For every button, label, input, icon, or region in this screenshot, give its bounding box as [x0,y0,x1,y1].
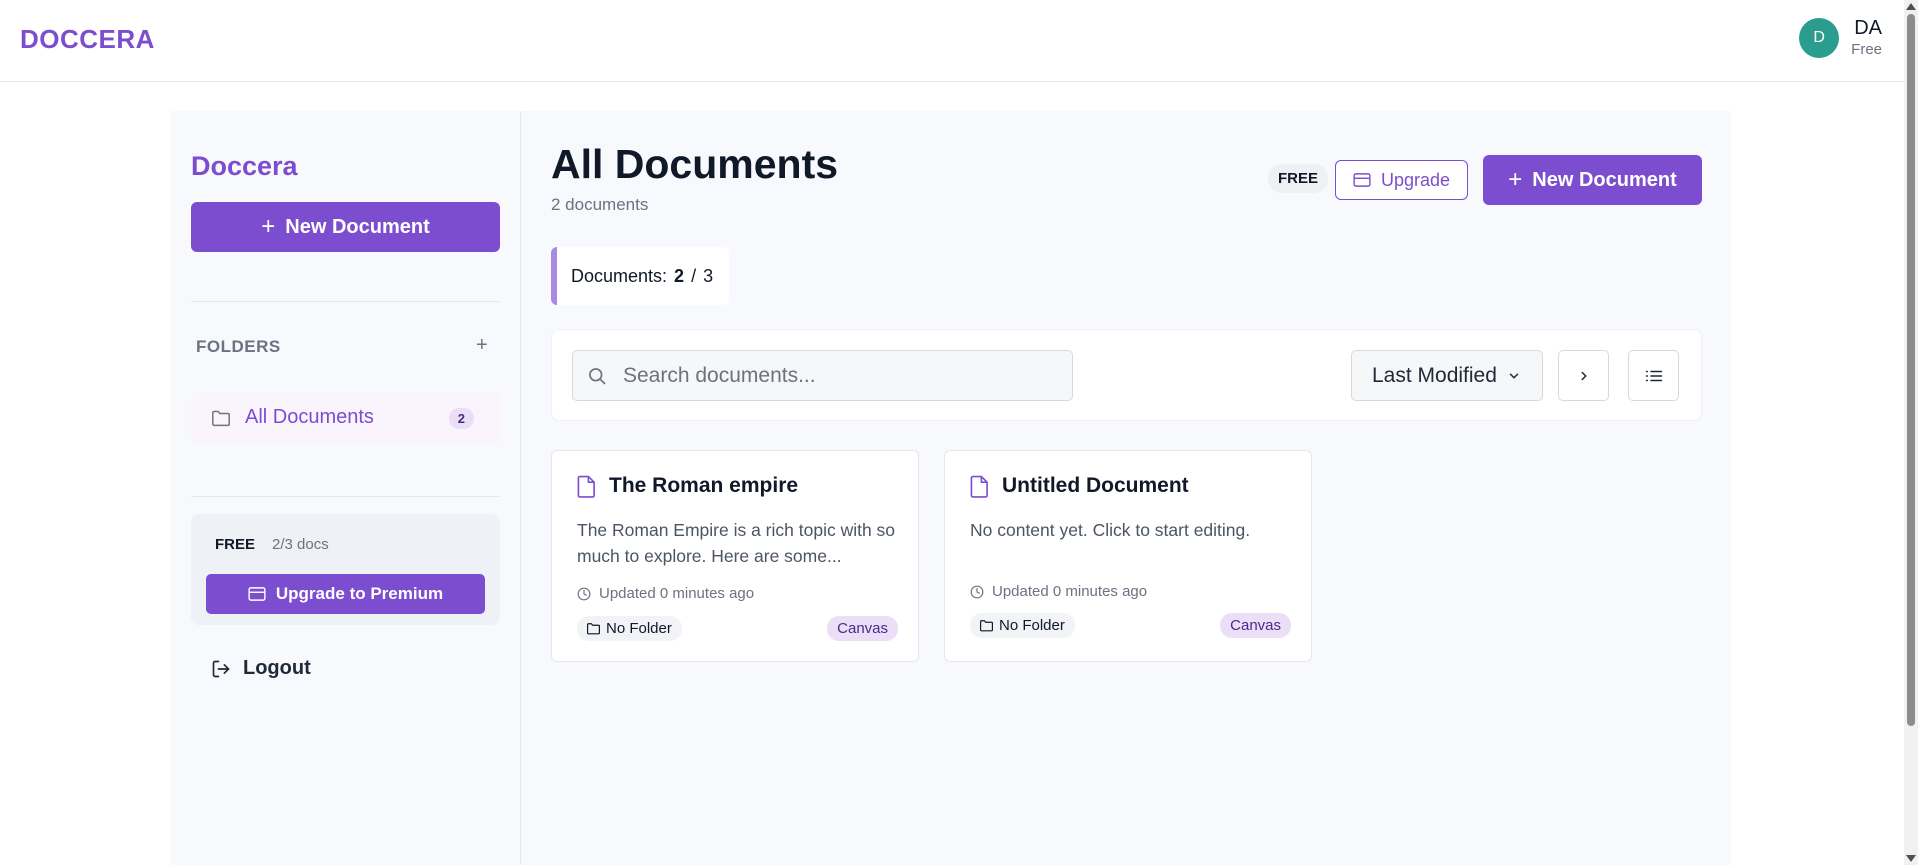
document-card[interactable]: Untitled Document No content yet. Click … [944,450,1312,662]
plan-badge: FREE [1268,164,1329,193]
document-count: 2 documents [551,195,649,214]
add-folder-button[interactable]: + [476,334,488,357]
brand-logo[interactable]: DOCCERA [20,24,155,55]
document-title[interactable]: Untitled Document [1002,474,1189,498]
chevron-down-icon [1509,372,1519,379]
document-preview: The Roman Empire is a rich topic with so… [577,520,896,566]
document-updated: Updated 0 minutes ago [577,585,754,602]
folder-icon [979,620,993,632]
user-initials: DA [1854,17,1882,39]
search-box[interactable] [572,350,1073,401]
sort-direction-button[interactable] [1558,350,1609,401]
document-preview: No content yet. Click to start editing. [970,520,1251,540]
user-menu[interactable]: D DA Free [1799,16,1882,60]
app-container: Doccera + New Document FOLDERS + All Doc… [171,111,1731,865]
chevron-right-icon [1580,371,1587,380]
sidebar-brand: Doccera [191,151,298,181]
credit-card-icon [248,587,266,601]
scroll-up-arrow-icon[interactable] [1906,3,1916,10]
document-card[interactable]: The Roman empire The Roman Empire is a r… [551,450,919,662]
sidebar-new-document-button[interactable]: + New Document [191,202,500,252]
search-input[interactable] [623,351,1063,400]
page-title: All Documents [551,141,839,187]
scroll-thumb[interactable] [1907,14,1915,726]
folder-icon [212,410,230,427]
folder-tag: No Folder [970,613,1075,638]
document-type-badge: Canvas [827,616,898,641]
plan-card: FREE 2/3 docs Upgrade to Premium [191,514,500,625]
page-scrollbar[interactable] [1904,0,1918,865]
plan-usage: 2/3 docs [272,536,329,553]
upgrade-to-premium-button[interactable]: Upgrade to Premium [206,574,485,614]
document-updated-text: Updated 0 minutes ago [599,585,755,602]
document-title[interactable]: The Roman empire [609,474,798,498]
upgrade-button[interactable]: Upgrade [1335,160,1468,200]
logout-button[interactable]: Logout [211,657,311,680]
quota-used: 2 [674,265,685,286]
document-type-badge: Canvas [1220,613,1291,638]
clock-icon [970,585,984,598]
sort-select[interactable]: Last Modified [1351,350,1543,401]
user-plan: Free [1851,41,1882,58]
quota-limit: 3 [703,265,714,286]
top-bar: DOCCERA D DA Free [0,0,1904,82]
document-toolbar: Last Modified [551,329,1702,421]
folder-count-badge: 2 [448,408,474,429]
plan-tier-label: FREE [215,536,256,553]
user-info: DA Free [1851,16,1882,60]
document-icon [577,475,595,498]
search-icon [589,368,606,385]
list-view-button[interactable] [1628,350,1679,401]
credit-card-icon [1353,173,1371,187]
document-quota: Documents: 2 / 3 [551,247,729,305]
plus-icon: + [1508,166,1523,193]
list-icon [1645,370,1662,381]
upgrade-label: Upgrade [1380,169,1451,190]
sidebar-divider [191,301,500,302]
folder-icon [586,623,600,635]
sidebar-item-label: All Documents [245,406,374,428]
clock-icon [577,587,591,600]
new-document-label: New Document [1532,168,1677,191]
document-icon [970,475,988,498]
main-content: All Documents 2 documents FREE Upgrade +… [522,111,1731,865]
document-updated: Updated 0 minutes ago [970,583,1147,600]
sidebar-divider [191,496,500,497]
sidebar: Doccera + New Document FOLDERS + All Doc… [171,111,521,865]
folders-heading: FOLDERS [196,337,281,356]
plus-icon: + [261,213,276,240]
quota-separator: / [691,265,697,286]
sidebar-item-all-documents[interactable]: All Documents 2 [191,393,500,443]
scroll-down-arrow-icon[interactable] [1906,855,1916,862]
folder-tag-label: No Folder [999,617,1065,634]
folder-tag-label: No Folder [606,620,672,637]
folder-tag: No Folder [577,616,682,641]
sidebar-new-document-label: New Document [285,215,430,238]
document-updated-text: Updated 0 minutes ago [992,583,1148,600]
new-document-button[interactable]: + New Document [1483,155,1702,205]
upgrade-to-premium-label: Upgrade to Premium [275,584,444,603]
avatar[interactable]: D [1799,18,1840,58]
quota-label: Documents: [571,265,668,286]
sort-selected-label: Last Modified [1372,363,1497,387]
logout-label: Logout [243,657,311,679]
logout-icon [212,660,230,677]
